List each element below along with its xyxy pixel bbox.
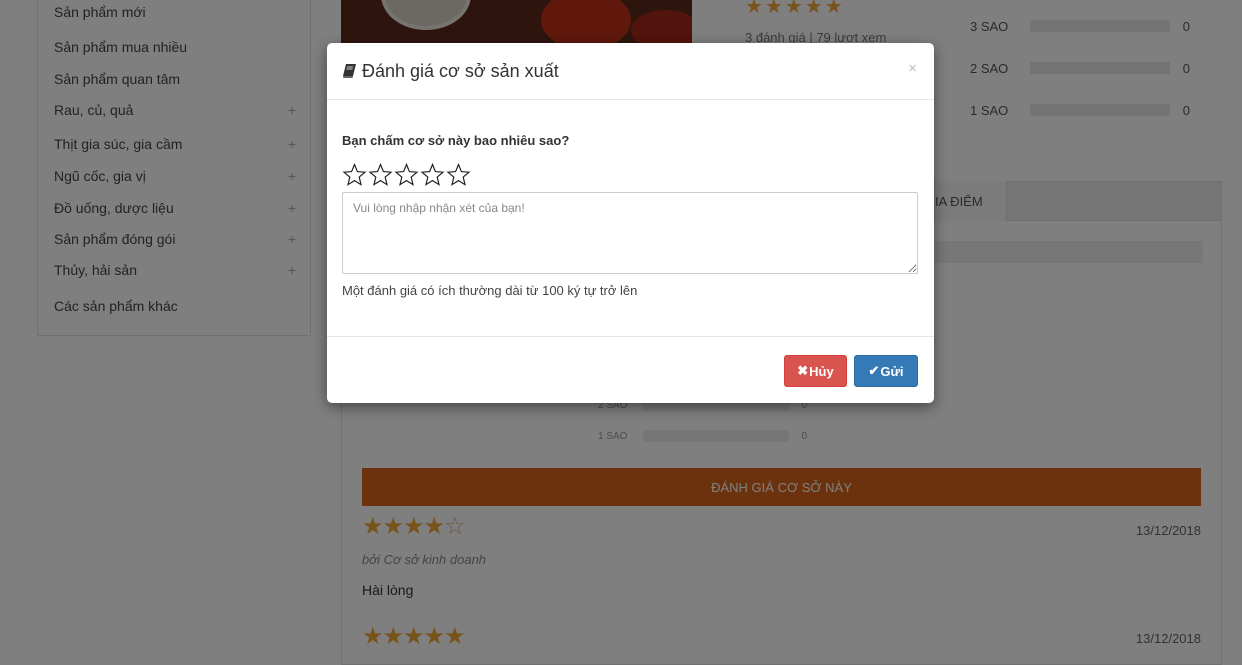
send-button[interactable]: ✔ Gửi	[854, 355, 918, 387]
times-icon: ✖	[797, 363, 809, 378]
star-outline-icon[interactable]	[368, 163, 393, 187]
check-icon: ✔	[868, 363, 880, 378]
modal-title: Đánh giá cơ sở sản xuất	[362, 60, 559, 81]
modal-footer: ✖ Hủy ✔ Gửi	[327, 336, 934, 403]
cancel-label: Hủy	[809, 363, 834, 379]
rating-modal: Đánh giá cơ sở sản xuất × Bạn chấm cơ sở…	[327, 43, 934, 403]
close-icon[interactable]: ×	[908, 60, 917, 77]
review-length-hint: Một đánh giá có ích thường dài từ 100 ký…	[342, 283, 638, 298]
review-comment-field[interactable]	[342, 192, 918, 274]
rating-question: Bạn chấm cơ sở này bao nhiêu sao?	[342, 133, 570, 148]
star-outline-icon[interactable]	[446, 163, 471, 187]
send-label: Gửi	[880, 363, 904, 379]
modal-header: Đánh giá cơ sở sản xuất ×	[327, 43, 934, 100]
star-outline-icon[interactable]	[394, 163, 419, 187]
cancel-button[interactable]: ✖ Hủy	[784, 355, 847, 387]
book-icon	[343, 63, 356, 79]
star-rating-input[interactable]	[342, 163, 471, 187]
star-outline-icon[interactable]	[342, 163, 367, 187]
star-outline-icon[interactable]	[420, 163, 445, 187]
